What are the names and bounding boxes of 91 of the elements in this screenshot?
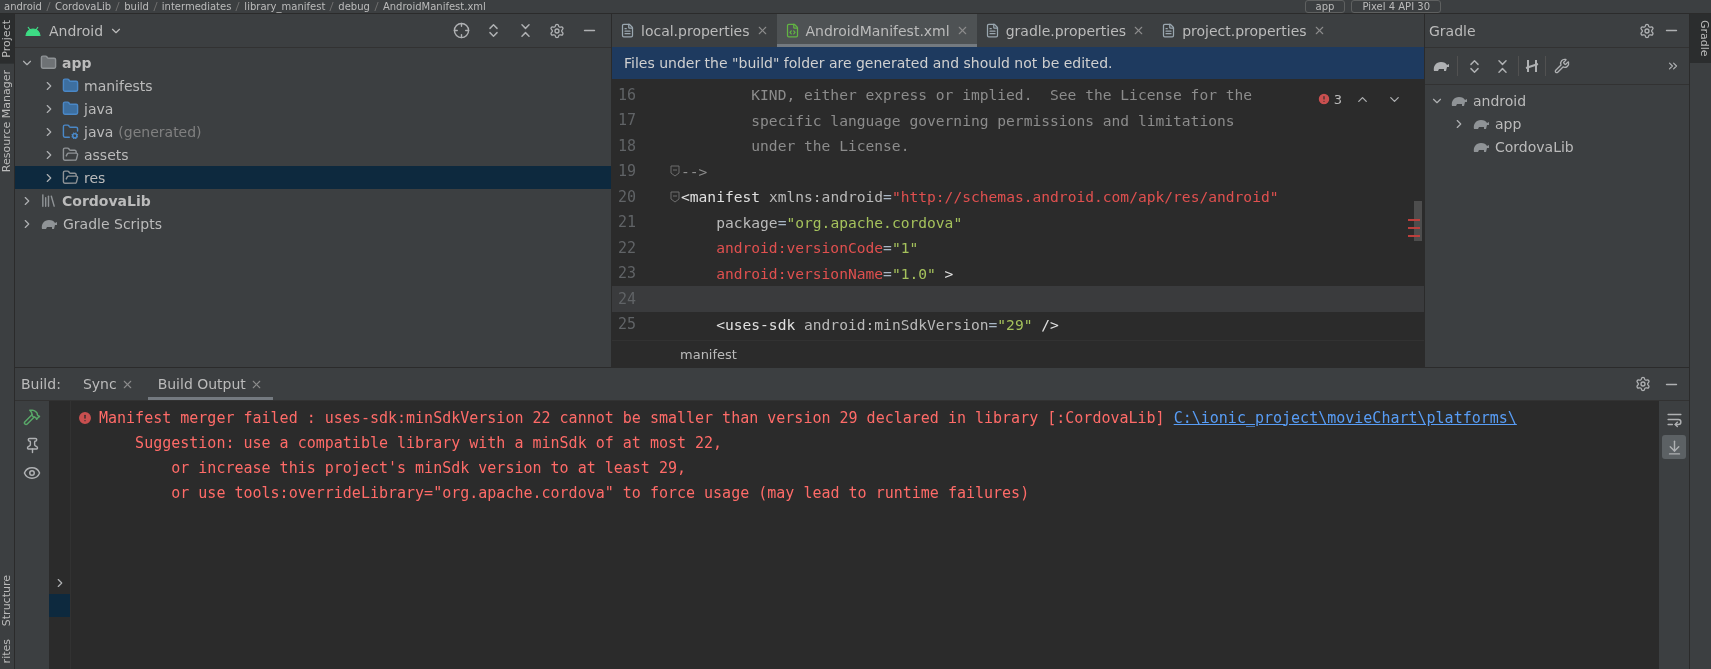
breadcrumb-item[interactable]: android xyxy=(4,0,42,13)
fold-icon[interactable] xyxy=(669,165,680,178)
editor-tab[interactable]: local.properties xyxy=(612,14,777,47)
folder-icon xyxy=(62,100,79,117)
tree-item[interactable]: java xyxy=(15,97,611,120)
resource-folder-icon xyxy=(62,169,79,186)
code-text: <uses-sdk android:minSdkVersion="29" /> xyxy=(715,315,1059,333)
breadcrumb-item[interactable]: AndroidManifest.xml xyxy=(382,0,486,13)
tree-item-label: app xyxy=(62,54,92,71)
error-marker xyxy=(1408,235,1420,237)
breadcrumb-item[interactable]: build xyxy=(124,0,149,13)
run-config-selector[interactable]: Pixel 4 API 30 xyxy=(1351,0,1441,13)
run-config-selector[interactable]: app xyxy=(1304,0,1346,13)
error-count[interactable]: 3 xyxy=(1316,91,1342,107)
tree-item[interactable]: java (generated) xyxy=(15,120,611,143)
info-banner: Files under the "build" folder are generated and should not be edited. xyxy=(612,47,1424,79)
code-text: <manifest xmlns:android="http://schemas.android.com/apk/res/android" xyxy=(681,188,1279,206)
output-text: or increase this project's minSdk version to at least 29, xyxy=(170,458,686,477)
tree-item[interactable]: res xyxy=(15,166,611,189)
breadcrumb-item[interactable]: intermediates xyxy=(161,0,232,13)
code-text: android:versionName="1.0" > xyxy=(715,264,954,282)
code-text: specific language governing permissions and limitations xyxy=(750,111,1235,129)
file-icon xyxy=(984,23,1000,38)
tool-tab[interactable]: Sync xyxy=(72,368,144,400)
tree-item[interactable]: android xyxy=(1425,89,1689,112)
tool-tab[interactable]: Build Output xyxy=(147,368,273,400)
output-text: Suggestion: use a compatible library with a minSdk of at most 22, xyxy=(134,433,723,452)
panel-title: Gradle xyxy=(1429,22,1477,39)
editor-tab[interactable]: project.properties xyxy=(1153,14,1334,47)
line-number: 25 xyxy=(617,315,638,334)
library-icon xyxy=(40,192,57,209)
fold-icon[interactable] xyxy=(669,190,680,203)
code-breadcrumb[interactable]: manifest xyxy=(680,346,737,362)
code-text: --> xyxy=(681,162,708,180)
line-number: 21 xyxy=(617,213,638,232)
tree-item-label: res xyxy=(84,169,106,186)
breadcrumb-item[interactable]: library_manifest xyxy=(244,0,326,13)
tree-item-label: CordovaLib xyxy=(1495,138,1574,155)
line-number: 18 xyxy=(617,136,638,155)
generated-folder-icon xyxy=(62,123,79,140)
xml-file-icon xyxy=(784,23,800,38)
line-number: 16 xyxy=(617,85,638,104)
android-icon xyxy=(25,25,41,36)
line-number: 17 xyxy=(617,111,638,130)
code-text: package="org.apache.cordova" xyxy=(715,213,963,231)
folder-icon xyxy=(62,77,79,94)
panel-label: Build: xyxy=(21,376,61,392)
view-selector[interactable]: Android xyxy=(49,22,124,39)
tree-item-label: assets xyxy=(84,146,129,163)
tree-item[interactable]: assets xyxy=(15,143,611,166)
error-icon xyxy=(77,409,93,426)
code-text: android:versionCode="1" xyxy=(715,239,919,257)
side-tab[interactable]: Structure xyxy=(0,569,14,633)
editor-tab[interactable]: gradle.properties xyxy=(976,14,1154,47)
tree-item[interactable]: Gradle Scripts xyxy=(15,212,611,235)
tree-item[interactable]: manifests xyxy=(15,74,611,97)
side-tab[interactable]: rites xyxy=(0,632,14,669)
elephant-icon xyxy=(1432,59,1450,73)
tree-item-label: java xyxy=(84,123,114,140)
output-text: or use tools:overrideLibrary="org.apache.cordova" to force usage (may lead to runtime failures) xyxy=(170,483,1030,502)
tree-item-label: java xyxy=(84,100,114,117)
error-marker xyxy=(1408,219,1420,221)
file-icon xyxy=(1161,23,1177,38)
tree-item[interactable]: app xyxy=(15,51,611,74)
file-icon xyxy=(620,23,635,38)
resource-folder-icon xyxy=(62,146,79,163)
tree-item-label: Gradle Scripts xyxy=(63,215,162,232)
tree-item-hint: (generated) xyxy=(118,123,202,140)
error-marker xyxy=(1408,227,1420,229)
line-number: 23 xyxy=(617,264,638,283)
code-text: under the License. xyxy=(750,137,910,155)
side-tab[interactable]: Resource Manager xyxy=(0,63,14,178)
editor-tab[interactable]: AndroidManifest.xml xyxy=(776,14,977,47)
line-number: 22 xyxy=(617,238,638,257)
tree-item-label: CordovaLib xyxy=(62,192,151,209)
file-link[interactable]: C:\ionic_project\movieChart\platforms\ xyxy=(1173,408,1517,427)
code-text: KIND, either express or implied. See the License for the xyxy=(750,86,1253,104)
tree-item[interactable]: app xyxy=(1425,112,1689,135)
error-message: Manifest merger failed : uses-sdk:minSdkVersion 22 cannot be smaller than version 29 declared in library [:CordovaLib] xyxy=(99,408,1166,427)
module-folder-icon xyxy=(40,54,57,71)
line-number: 20 xyxy=(617,187,638,206)
tree-item-label: manifests xyxy=(84,77,153,94)
tree-item[interactable]: CordovaLib xyxy=(1425,135,1689,158)
tree-item[interactable]: CordovaLib xyxy=(15,189,611,212)
breadcrumb-item[interactable]: CordovaLib xyxy=(54,0,112,13)
side-tab[interactable]: Project xyxy=(0,14,14,64)
side-tab[interactable]: Gradle xyxy=(1690,14,1711,63)
breadcrumb-item[interactable]: debug xyxy=(338,0,370,13)
line-number: 19 xyxy=(617,162,638,181)
tree-item-label: android xyxy=(1473,92,1527,109)
tree-item-label: app xyxy=(1495,115,1522,132)
